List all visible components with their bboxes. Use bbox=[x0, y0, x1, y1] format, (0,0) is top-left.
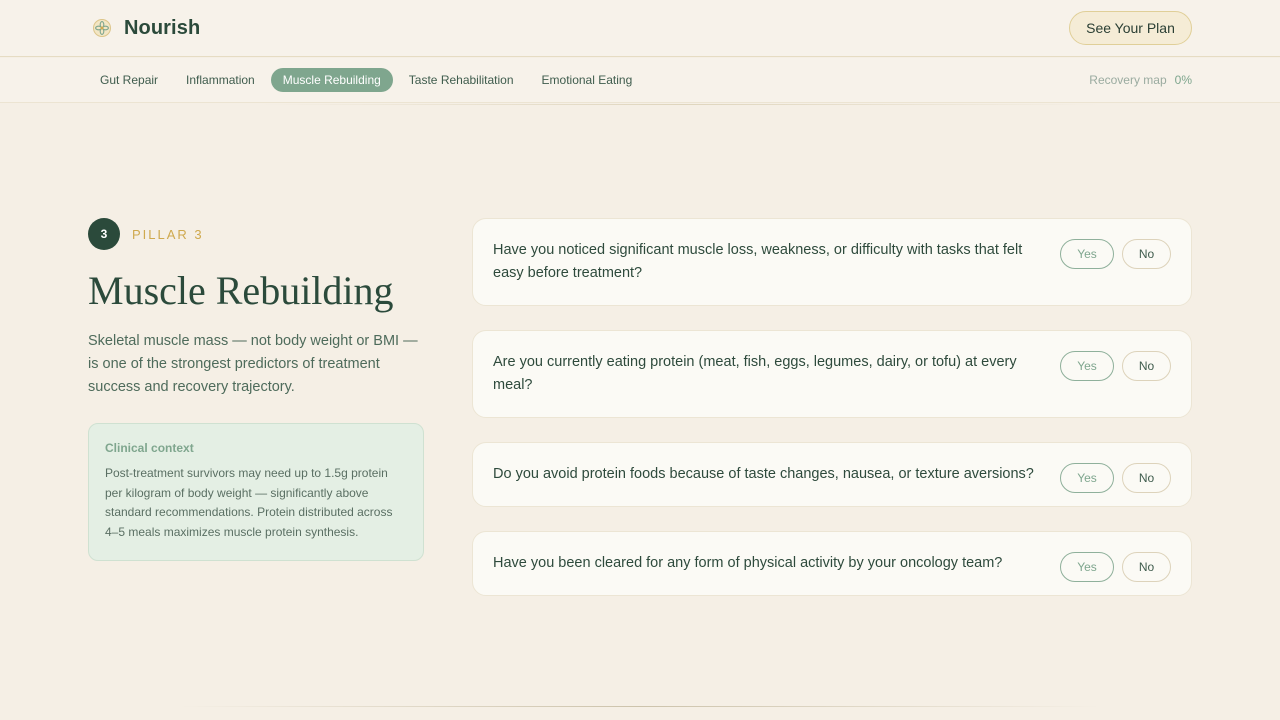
see-your-plan-button[interactable]: See Your Plan bbox=[1069, 11, 1192, 45]
yes-button[interactable]: Yes bbox=[1060, 239, 1114, 269]
pillar-tabs: Gut Repair Inflammation Muscle Rebuildin… bbox=[88, 68, 644, 92]
question-card: Are you currently eating protein (meat, … bbox=[472, 330, 1192, 418]
top-header: Nourish See Your Plan bbox=[0, 0, 1280, 57]
nav-divider bbox=[260, 104, 1100, 105]
answer-group: Yes No bbox=[1060, 552, 1171, 582]
yes-button[interactable]: Yes bbox=[1060, 351, 1114, 381]
clinical-context-card: Clinical context Post-treatment survivor… bbox=[88, 423, 424, 561]
question-text: Are you currently eating protein (meat, … bbox=[493, 354, 1017, 393]
question-text: Do you avoid protein foods because of ta… bbox=[493, 466, 1034, 482]
pillar-badge-row: 3 PILLAR 3 bbox=[88, 218, 424, 250]
answer-group: Yes No bbox=[1060, 351, 1171, 381]
question-card: Do you avoid protein foods because of ta… bbox=[472, 442, 1192, 507]
no-button[interactable]: No bbox=[1122, 351, 1171, 381]
tab-emotional-eating[interactable]: Emotional Eating bbox=[530, 68, 645, 92]
brand-logo[interactable]: Nourish bbox=[92, 16, 200, 40]
no-button[interactable]: No bbox=[1122, 239, 1171, 269]
pillar-number-badge: 3 bbox=[88, 218, 120, 250]
question-text: Have you been cleared for any form of ph… bbox=[493, 555, 1003, 571]
recovery-map-progress: Recovery map 0% bbox=[1089, 72, 1192, 88]
tab-muscle-rebuilding[interactable]: Muscle Rebuilding bbox=[270, 68, 393, 92]
question-card: Have you been cleared for any form of ph… bbox=[472, 531, 1192, 596]
question-text: Have you noticed significant muscle loss… bbox=[493, 242, 1023, 281]
flower-icon bbox=[93, 19, 111, 37]
no-button[interactable]: No bbox=[1122, 463, 1171, 493]
tab-gut-repair[interactable]: Gut Repair bbox=[88, 68, 170, 92]
question-card: Have you noticed significant muscle loss… bbox=[472, 218, 1192, 306]
yes-button[interactable]: Yes bbox=[1060, 463, 1114, 493]
clinical-context-body: Post-treatment survivors may need up to … bbox=[105, 466, 393, 539]
pillar-label: PILLAR 3 bbox=[132, 226, 204, 242]
recovery-map-value: 0% bbox=[1174, 73, 1192, 87]
question-list: Have you noticed significant muscle loss… bbox=[472, 218, 1192, 620]
tab-taste-rehabilitation[interactable]: Taste Rehabilitation bbox=[397, 68, 526, 92]
no-button[interactable]: No bbox=[1122, 552, 1171, 582]
tab-inflammation[interactable]: Inflammation bbox=[174, 68, 267, 92]
clinical-context-title: Clinical context bbox=[105, 441, 194, 455]
pillar-nav: Gut Repair Inflammation Muscle Rebuildin… bbox=[0, 58, 1280, 103]
pillar-description: Skeletal muscle mass — not body weight o… bbox=[88, 333, 418, 395]
answer-group: Yes No bbox=[1060, 239, 1171, 269]
page-title: Muscle Rebuilding bbox=[88, 268, 394, 313]
brand-name: Nourish bbox=[124, 16, 201, 39]
pillar-intro: 3 PILLAR 3 Muscle Rebuilding Skeletal mu… bbox=[88, 218, 424, 561]
yes-button[interactable]: Yes bbox=[1060, 552, 1114, 582]
footer-divider bbox=[180, 706, 1100, 707]
answer-group: Yes No bbox=[1060, 463, 1171, 493]
recovery-map-label: Recovery map bbox=[1089, 73, 1167, 87]
